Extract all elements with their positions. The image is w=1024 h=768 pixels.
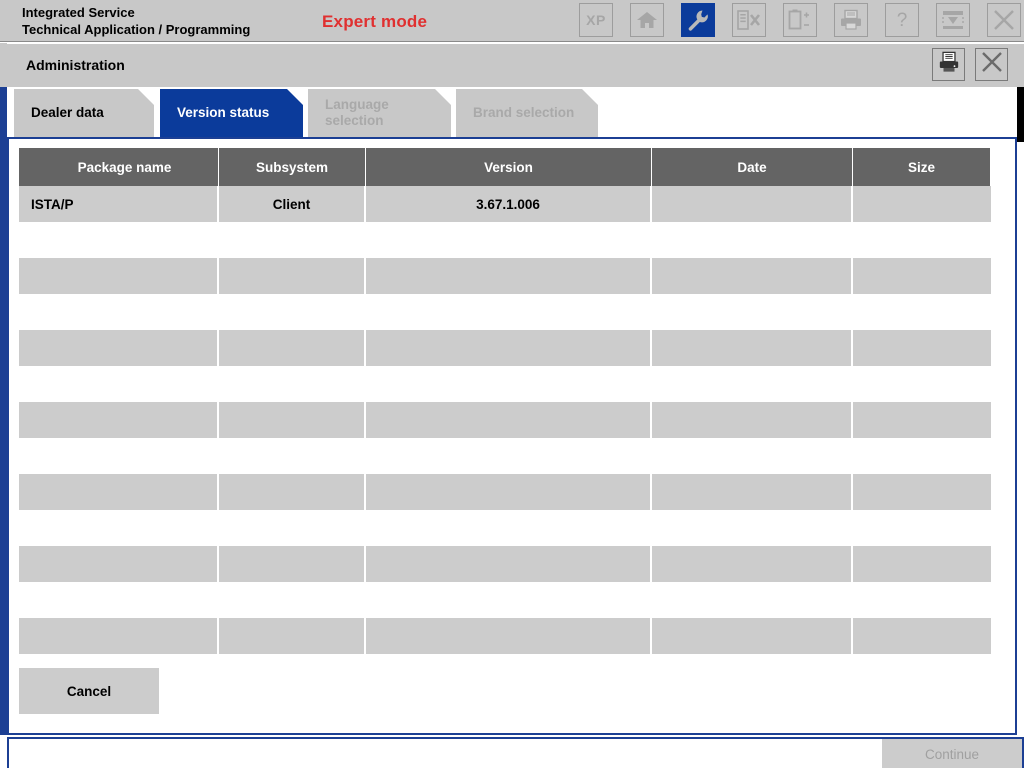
cell-package-name <box>19 618 219 654</box>
cell-subsystem: Client <box>219 186 366 222</box>
cell-version <box>366 546 652 582</box>
cell-package-name <box>19 474 219 510</box>
cell-size <box>853 546 991 582</box>
dialog-header-actions <box>932 48 1008 81</box>
question-mark-icon: ? <box>892 9 912 31</box>
cell-size <box>853 402 991 438</box>
dialog-title: Administration <box>26 57 125 73</box>
application-window: Integrated Service Technical Application… <box>0 0 1024 768</box>
dialog-close-button[interactable] <box>975 48 1008 81</box>
table-row[interactable]: ISTA/P Client 3.67.1.006 <box>19 186 991 222</box>
cell-date <box>652 402 853 438</box>
version-status-panel: Package name Subsystem Version Date Size… <box>7 137 1017 735</box>
tools-button[interactable] <box>681 3 715 37</box>
printer-icon <box>938 51 960 78</box>
minimize-button[interactable] <box>936 3 970 37</box>
toolbar-button-group: XP <box>579 3 1021 37</box>
document-close-icon <box>737 10 761 30</box>
tab-label: Brand selection <box>473 105 574 121</box>
cell-subsystem <box>219 618 366 654</box>
continue-button[interactable]: Continue <box>882 739 1022 768</box>
close-icon <box>981 51 1003 78</box>
cell-version <box>366 402 652 438</box>
cell-size <box>853 258 991 294</box>
column-header-date: Date <box>652 148 853 186</box>
cell-subsystem <box>219 546 366 582</box>
cell-subsystem <box>219 258 366 294</box>
close-button[interactable] <box>987 3 1021 37</box>
cell-subsystem <box>219 330 366 366</box>
battery-button[interactable] <box>783 3 817 37</box>
home-icon <box>636 10 658 30</box>
table-row[interactable] <box>19 402 991 438</box>
cell-version <box>366 474 652 510</box>
dialog-header: Administration <box>7 43 1024 87</box>
left-rail <box>0 87 7 735</box>
application-toolbar: Integrated Service Technical Application… <box>0 0 1024 42</box>
cell-date <box>652 474 853 510</box>
close-icon <box>993 9 1015 31</box>
cell-package-name <box>19 330 219 366</box>
printer-icon <box>839 9 863 31</box>
app-title-line2: Technical Application / Programming <box>22 22 250 37</box>
tab-language-selection[interactable]: Language selection <box>308 89 451 137</box>
tab-label: Language selection <box>325 97 389 129</box>
tab-label: Dealer data <box>31 105 104 121</box>
cell-date <box>652 258 853 294</box>
expert-mode-indicator: Expert mode <box>322 12 427 32</box>
dialog-footer: Continue <box>7 737 1024 768</box>
cell-date <box>652 546 853 582</box>
cancel-button[interactable]: Cancel <box>19 668 159 714</box>
cell-date <box>652 330 853 366</box>
table-row[interactable] <box>19 474 991 510</box>
table-row[interactable] <box>19 546 991 582</box>
column-header-package-name: Package name <box>19 148 219 186</box>
xp-button[interactable]: XP <box>579 3 613 37</box>
tab-brand-selection[interactable]: Brand selection <box>456 89 598 137</box>
tab-version-status[interactable]: Version status <box>160 89 303 137</box>
table-row[interactable] <box>19 330 991 366</box>
cell-package-name <box>19 546 219 582</box>
dialog-print-button[interactable] <box>932 48 965 81</box>
left-rail-top <box>0 43 7 87</box>
cell-version <box>366 618 652 654</box>
minimize-icon <box>942 10 964 30</box>
cell-size <box>853 330 991 366</box>
cell-size <box>853 618 991 654</box>
right-rail <box>1017 87 1024 142</box>
table-row[interactable] <box>19 618 991 654</box>
application-title: Integrated Service Technical Application… <box>22 4 250 38</box>
print-button[interactable] <box>834 3 868 37</box>
document-x-button[interactable] <box>732 3 766 37</box>
tab-dealer-data[interactable]: Dealer data <box>14 89 154 137</box>
cell-version <box>366 330 652 366</box>
cell-size <box>853 186 991 222</box>
cell-version <box>366 258 652 294</box>
wrench-icon <box>687 9 709 31</box>
column-header-subsystem: Subsystem <box>219 148 366 186</box>
app-title-line1: Integrated Service <box>22 5 135 20</box>
cell-subsystem <box>219 474 366 510</box>
tab-label: Version status <box>177 105 269 121</box>
battery-icon <box>788 9 812 31</box>
home-button[interactable] <box>630 3 664 37</box>
cell-package-name: ISTA/P <box>19 186 219 222</box>
cell-date <box>652 186 853 222</box>
cell-package-name <box>19 258 219 294</box>
cell-package-name <box>19 402 219 438</box>
column-header-size: Size <box>853 148 991 186</box>
cell-date <box>652 618 853 654</box>
table-header-row: Package name Subsystem Version Date Size <box>19 148 991 186</box>
cell-size <box>853 474 991 510</box>
svg-text:?: ? <box>897 10 908 31</box>
version-table: Package name Subsystem Version Date Size… <box>19 148 991 690</box>
cell-subsystem <box>219 402 366 438</box>
xp-label: XP <box>586 12 606 28</box>
column-header-version: Version <box>366 148 652 186</box>
help-button[interactable]: ? <box>885 3 919 37</box>
cell-version: 3.67.1.006 <box>366 186 652 222</box>
table-row[interactable] <box>19 258 991 294</box>
